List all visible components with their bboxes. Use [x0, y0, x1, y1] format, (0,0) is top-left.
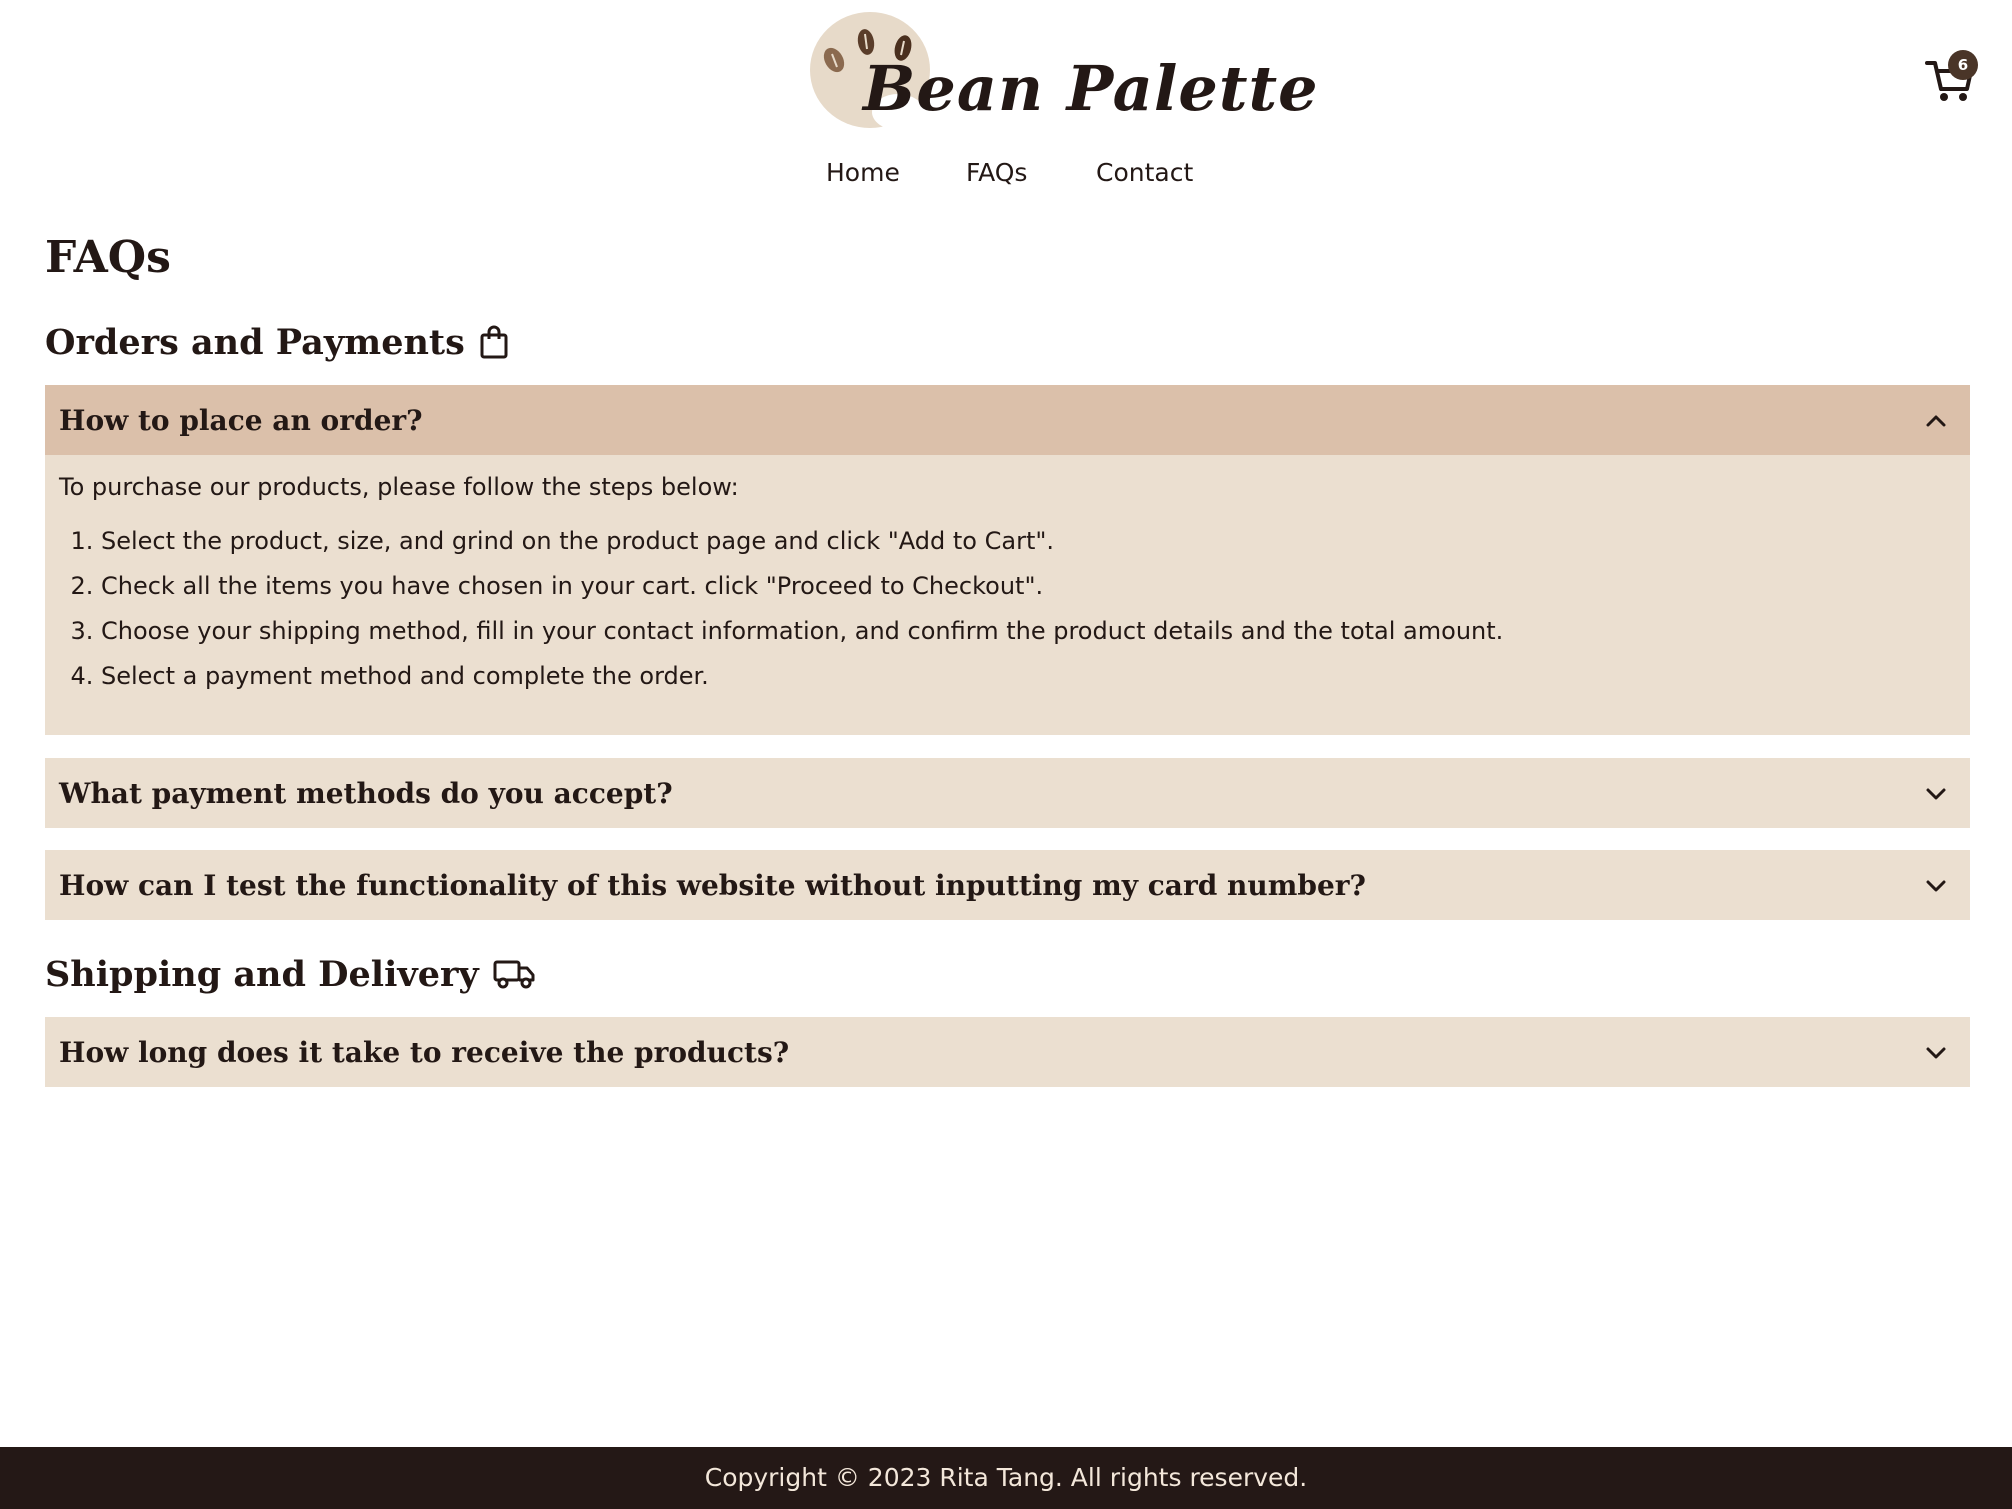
faq-item: How can I test the functionality of this… [45, 850, 1970, 920]
site-header: Bean Palette Home FAQs Contact 6 [0, 0, 2012, 215]
faq-item: What payment methods do you accept? [45, 758, 1970, 828]
faq-question-button[interactable]: How can I test the functionality of this… [45, 850, 1970, 920]
faq-answer: To purchase our products, please follow … [45, 455, 1970, 721]
chevron-down-icon [1926, 788, 1946, 800]
site-footer: Copyright © 2023 Rita Tang. All rights r… [0, 1447, 2012, 1509]
faq-question-text: How to place an order? [59, 403, 423, 437]
page: Bean Palette Home FAQs Contact 6 FAQs Or… [0, 0, 2012, 1509]
nav-item-home[interactable]: Home [826, 158, 900, 187]
page-title: FAQs [45, 232, 171, 283]
faq-question-text: What payment methods do you accept? [59, 776, 673, 810]
section-title-shipping-label: Shipping and Delivery [45, 953, 479, 995]
section-title-orders: Orders and Payments [45, 318, 509, 366]
faq-question-button[interactable]: What payment methods do you accept? [45, 758, 1970, 828]
list-item: Check all the items you have chosen in y… [101, 564, 1956, 609]
list-item: Choose your shipping method, fill in you… [101, 609, 1956, 654]
section-title-orders-label: Orders and Payments [45, 321, 465, 363]
main-nav: Home FAQs Contact [0, 158, 2012, 198]
nav-item-contact[interactable]: Contact [1096, 158, 1193, 187]
faq-question-text: How long does it take to receive the pro… [59, 1035, 790, 1069]
shopping-bag-icon [480, 325, 508, 359]
faq-answer-intro: To purchase our products, please follow … [59, 473, 739, 501]
chevron-up-icon [1926, 415, 1946, 427]
logo-text: Bean Palette [863, 52, 1319, 125]
faq-question-button[interactable]: How to place an order? [45, 385, 1970, 455]
cart-count-badge: 6 [1948, 50, 1978, 80]
copyright-text: Copyright © 2023 Rita Tang. All rights r… [704, 1463, 1308, 1492]
list-item: Select a payment method and complete the… [101, 654, 1956, 699]
truck-icon [493, 960, 535, 989]
section-title-shipping: Shipping and Delivery [45, 950, 535, 998]
chevron-down-icon [1926, 1047, 1946, 1059]
list-item: Select the product, size, and grind on t… [101, 519, 1956, 564]
nav-item-faqs[interactable]: FAQs [966, 158, 1027, 187]
faq-item: How to place an order? To purchase our p… [45, 385, 1970, 735]
chevron-down-icon [1926, 880, 1946, 892]
faq-question-text: How can I test the functionality of this… [59, 868, 1366, 902]
faq-steps-list: Select the product, size, and grind on t… [59, 519, 1956, 699]
faq-question-button[interactable]: How long does it take to receive the pro… [45, 1017, 1970, 1087]
faq-item: How long does it take to receive the pro… [45, 1017, 1970, 1087]
